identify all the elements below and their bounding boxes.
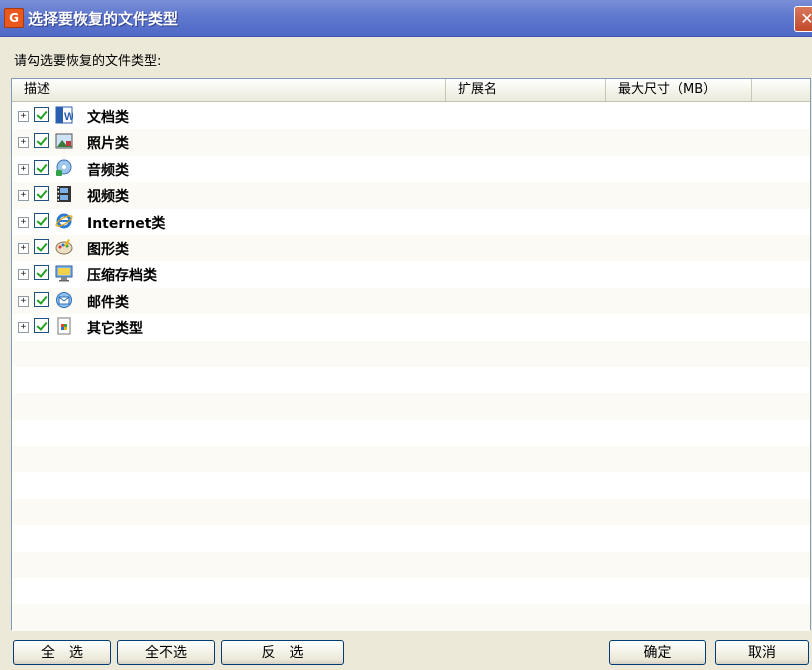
instruction-text: 请勾选要恢复的文件类型: [14,54,162,69]
list-item-internet[interactable]: + Internet类 [12,208,810,235]
item-label-archives: 压缩存档类 [87,268,157,285]
expand-icon[interactable]: + [18,269,29,281]
video-checkbox[interactable] [34,186,49,202]
documents-checkbox[interactable] [34,107,49,122]
column-header-description[interactable]: 描述 [12,79,446,101]
photos-checkbox[interactable] [34,133,49,149]
list-item-other[interactable]: + 其它类型 [12,314,810,341]
list-item-video[interactable]: + 视频类 [12,182,810,209]
expand-icon[interactable]: + [18,190,29,202]
expand-icon[interactable]: + [18,137,29,149]
archive-icon [55,265,73,282]
app-logo-icon: G [4,8,24,28]
item-label-other: 其它类型 [87,321,143,338]
list-item-graphics[interactable]: + 图形类 [12,234,810,262]
expand-icon[interactable]: + [18,322,29,334]
list-item-mail[interactable]: + 邮件类 [12,287,810,315]
other-files-icon [57,317,71,335]
expand-icon[interactable]: + [18,295,29,307]
list-item-audio[interactable]: + 音频类 [12,155,810,183]
palette-icon [55,238,73,255]
list-rows: + W 文档类 + 照片类 + 音频类 + 视频类 + Internet类 + … [12,103,810,631]
expand-icon[interactable]: + [18,111,29,122]
invert-selection-button[interactable]: 反 选 [221,640,344,665]
photo-icon [55,133,73,149]
audio-icon [56,159,72,176]
close-icon: ✕ [800,9,812,28]
item-label-graphics: 图形类 [87,241,129,258]
word-document-icon: W [55,106,73,124]
video-film-icon [57,186,71,203]
window-title: 选择要恢复的文件类型 [28,10,179,28]
item-label-video: 视频类 [87,189,129,206]
mail-checkbox[interactable] [34,291,49,307]
button-bar: 全 选 全不选 反 选 确定 取消 [0,640,812,670]
list-item-photos[interactable]: + 照片类 [12,129,810,156]
select-none-button[interactable]: 全不选 [117,640,215,665]
archives-checkbox[interactable] [34,265,49,281]
internet-checkbox[interactable] [34,212,49,228]
close-button[interactable]: ✕ [794,6,812,32]
column-header-max-size[interactable]: 最大尺寸（MB） [606,79,752,101]
mail-icon [56,291,72,308]
title-bar: G 选择要恢复的文件类型 ✕ [0,0,812,37]
cancel-button[interactable]: 取消 [715,640,809,665]
item-label-documents: 文档类 [87,110,129,126]
file-type-list[interactable]: 描述 扩展名 最大尺寸（MB） + W 文档类 + 照片类 + 音频类 + 视频… [11,78,811,631]
column-header-extension[interactable]: 扩展名 [446,79,606,101]
item-label-audio: 音频类 [87,162,129,179]
internet-explorer-icon [55,213,73,229]
item-label-internet: Internet类 [87,215,166,232]
item-label-photos: 照片类 [87,136,129,153]
svg-text:W: W [64,111,73,123]
select-all-button[interactable]: 全 选 [13,640,111,665]
other-checkbox[interactable] [34,318,49,334]
ok-button[interactable]: 确定 [609,640,706,665]
item-label-mail: 邮件类 [87,294,129,311]
expand-icon[interactable]: + [18,242,29,254]
list-item-documents[interactable]: + W 文档类 [12,103,810,130]
graphics-checkbox[interactable] [34,238,49,254]
audio-checkbox[interactable] [34,159,49,175]
list-header: 描述 扩展名 最大尺寸（MB） [12,79,810,102]
expand-icon[interactable]: + [18,163,29,175]
expand-icon[interactable]: + [18,216,29,228]
list-item-archives[interactable]: + 压缩存档类 [12,261,810,288]
